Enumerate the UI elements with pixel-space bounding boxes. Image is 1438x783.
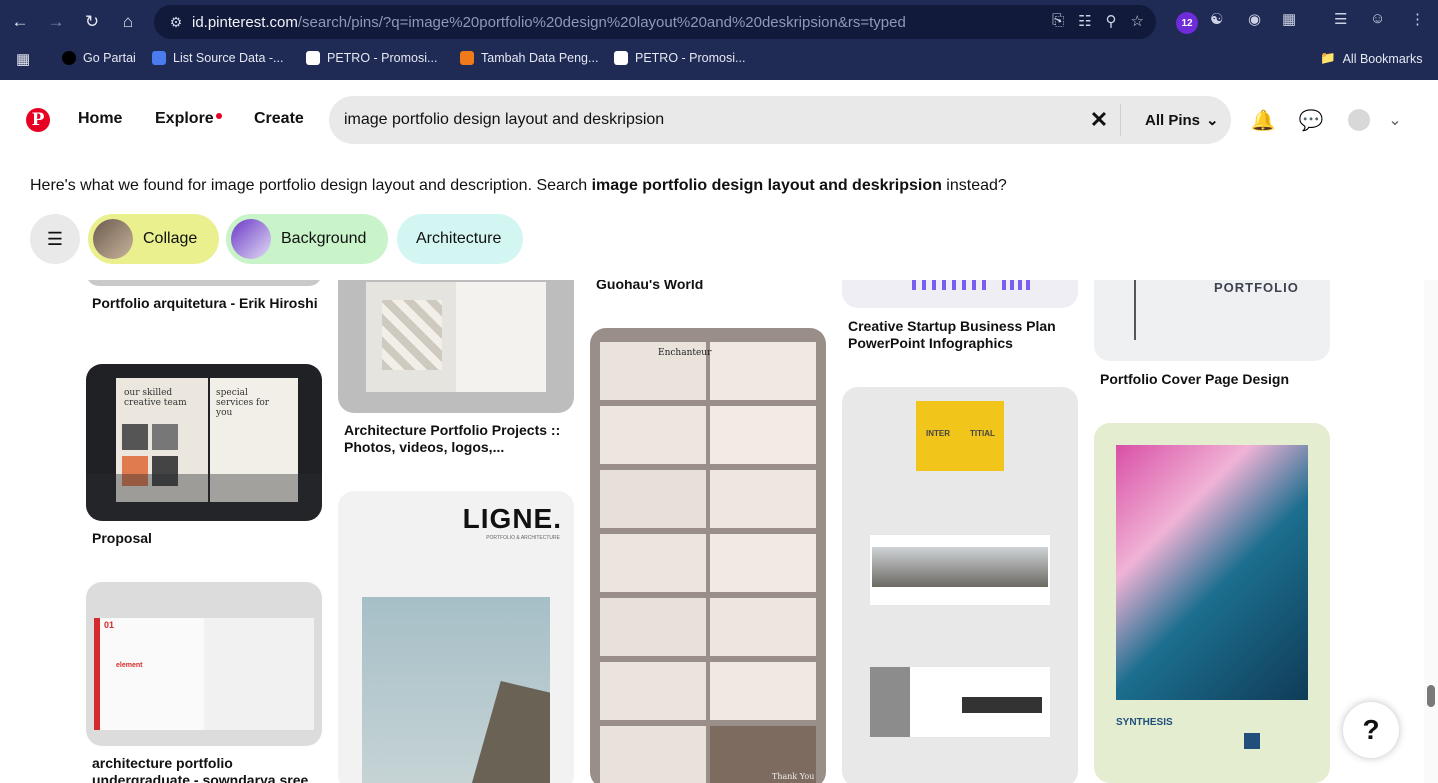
install-icon[interactable]: ⎘ <box>1052 12 1064 30</box>
suggested-query-link[interactable]: image portfolio design layout and deskri… <box>592 177 942 194</box>
all-bookmarks[interactable]: 📁 All Bookmarks <box>1320 51 1422 66</box>
pin-image[interactable]: LIGNE. PORTFOLIO & ARCHITECTURE <box>338 491 574 783</box>
pinterest-header: P Home Explore Create ✕ All Pins⌄ 🔔 💬 ⌄ … <box>0 80 1438 280</box>
zoom-icon[interactable]: ⚲ <box>1106 12 1117 30</box>
puzzle-icon[interactable]: ▦ <box>1282 10 1296 28</box>
chip-background[interactable]: Background <box>226 214 389 264</box>
messages-icon[interactable]: 💬 <box>1298 108 1324 134</box>
translate-icon[interactable]: ☷ <box>1078 12 1091 30</box>
pin-image[interactable] <box>842 280 1078 308</box>
bookmark-item[interactable]: PETRO - Promosi... <box>614 51 745 65</box>
pin-title[interactable]: Creative Startup Business Plan PowerPoin… <box>848 318 1078 352</box>
chip-architecture[interactable]: Architecture <box>397 214 524 264</box>
folder-icon: 📁 <box>1320 51 1336 65</box>
pin-title[interactable]: Architecture Portfolio Projects :: Photo… <box>344 422 574 456</box>
help-button[interactable]: ? <box>1343 702 1399 758</box>
bell-icon[interactable]: 🔔 <box>1250 108 1276 134</box>
back-icon[interactable]: ← <box>8 10 32 34</box>
browser-chrome: ← → ↻ ⌂ ⚙ id.pinterest.com/search/pins/?… <box>0 0 1438 80</box>
explore-notification-dot <box>216 113 222 119</box>
pin-title[interactable]: Proposal <box>92 530 322 547</box>
clear-search-icon[interactable]: ✕ <box>1087 108 1111 132</box>
pin-image[interactable]: Enchanteur Thank You <box>590 328 826 783</box>
pin-type-dropdown[interactable]: All Pins ⌄ <box>1145 111 1219 130</box>
nav-create[interactable]: Create <box>254 110 304 128</box>
pin-title[interactable]: Portfolio arquitetura - Erik Hiroshi <box>92 295 322 312</box>
chip-thumbnail <box>93 219 133 259</box>
pin-image[interactable]: 01 element <box>86 582 322 746</box>
account-chevron-icon[interactable]: ⌄ <box>1382 108 1408 134</box>
bookmark-item[interactable]: Go Partai <box>62 51 136 65</box>
bookmark-item[interactable]: PETRO - Promosi... <box>306 51 437 65</box>
pin-feed: Portfolio arquitetura - Erik Hiroshi our… <box>0 280 1438 783</box>
avatar[interactable] <box>1348 109 1370 131</box>
site-info-icon[interactable]: ⚙ <box>160 14 192 31</box>
forward-icon[interactable]: → <box>44 10 68 34</box>
search-input[interactable] <box>344 96 1084 144</box>
pinterest-logo[interactable]: P <box>26 108 50 132</box>
bookmarks-bar: ▦ Go Partai List Source Data -... PETRO … <box>0 44 1438 74</box>
scrollbar-thumb[interactable] <box>1427 685 1435 707</box>
search-divider <box>1120 104 1121 136</box>
chip-thumbnail <box>231 219 271 259</box>
chip-collage[interactable]: Collage <box>88 214 220 264</box>
apps-icon[interactable]: ▦ <box>16 50 30 68</box>
page-scrollbar[interactable] <box>1424 280 1438 783</box>
menu-icon[interactable]: ⋮ <box>1410 10 1425 28</box>
extension-icon[interactable]: ◉ <box>1248 10 1261 28</box>
pin-image[interactable]: SYNTHESIS <box>1094 423 1330 783</box>
pin-image[interactable]: INTER TITIAL <box>842 387 1078 783</box>
pin-title[interactable]: Portfolio Cover Page Design <box>1100 371 1330 388</box>
extension-badge[interactable]: 12 <box>1176 12 1198 34</box>
spelling-suggestion: Here's what we found for image portfolio… <box>30 177 1007 194</box>
profile-icon[interactable]: ☺ <box>1370 10 1385 27</box>
url-text: id.pinterest.com/search/pins/?q=image%20… <box>192 13 906 31</box>
browser-toolbar: ← → ↻ ⌂ ⚙ id.pinterest.com/search/pins/?… <box>0 0 1438 44</box>
nav-explore[interactable]: Explore <box>155 110 214 128</box>
bookmark-item[interactable]: List Source Data -... <box>152 51 283 65</box>
star-icon[interactable]: ☆ <box>1131 12 1144 30</box>
pin-title[interactable]: Guohau's World <box>596 280 826 293</box>
nav-home[interactable]: Home <box>78 110 122 128</box>
pin-image[interactable]: our skilled creative team special servic… <box>86 364 322 521</box>
pin-image[interactable]: PORTFOLIO <box>1094 280 1330 361</box>
address-bar[interactable]: ⚙ id.pinterest.com/search/pins/?q=image%… <box>154 5 1156 39</box>
reading-list-icon[interactable]: ☰ <box>1334 10 1347 28</box>
pin-image[interactable] <box>86 280 322 286</box>
pin-image[interactable] <box>338 280 574 413</box>
pin-title[interactable]: architecture portfolio undergraduate - s… <box>92 755 322 783</box>
filters-icon[interactable]: ☰ <box>30 214 80 264</box>
chevron-down-icon: ⌄ <box>1206 112 1219 129</box>
home-icon[interactable]: ⌂ <box>116 10 140 34</box>
extension-icon[interactable]: ☯ <box>1210 10 1223 28</box>
reload-icon[interactable]: ↻ <box>80 10 104 34</box>
search-bar: ✕ All Pins⌄ <box>329 96 1231 144</box>
bookmark-item[interactable]: Tambah Data Peng... <box>460 51 598 65</box>
